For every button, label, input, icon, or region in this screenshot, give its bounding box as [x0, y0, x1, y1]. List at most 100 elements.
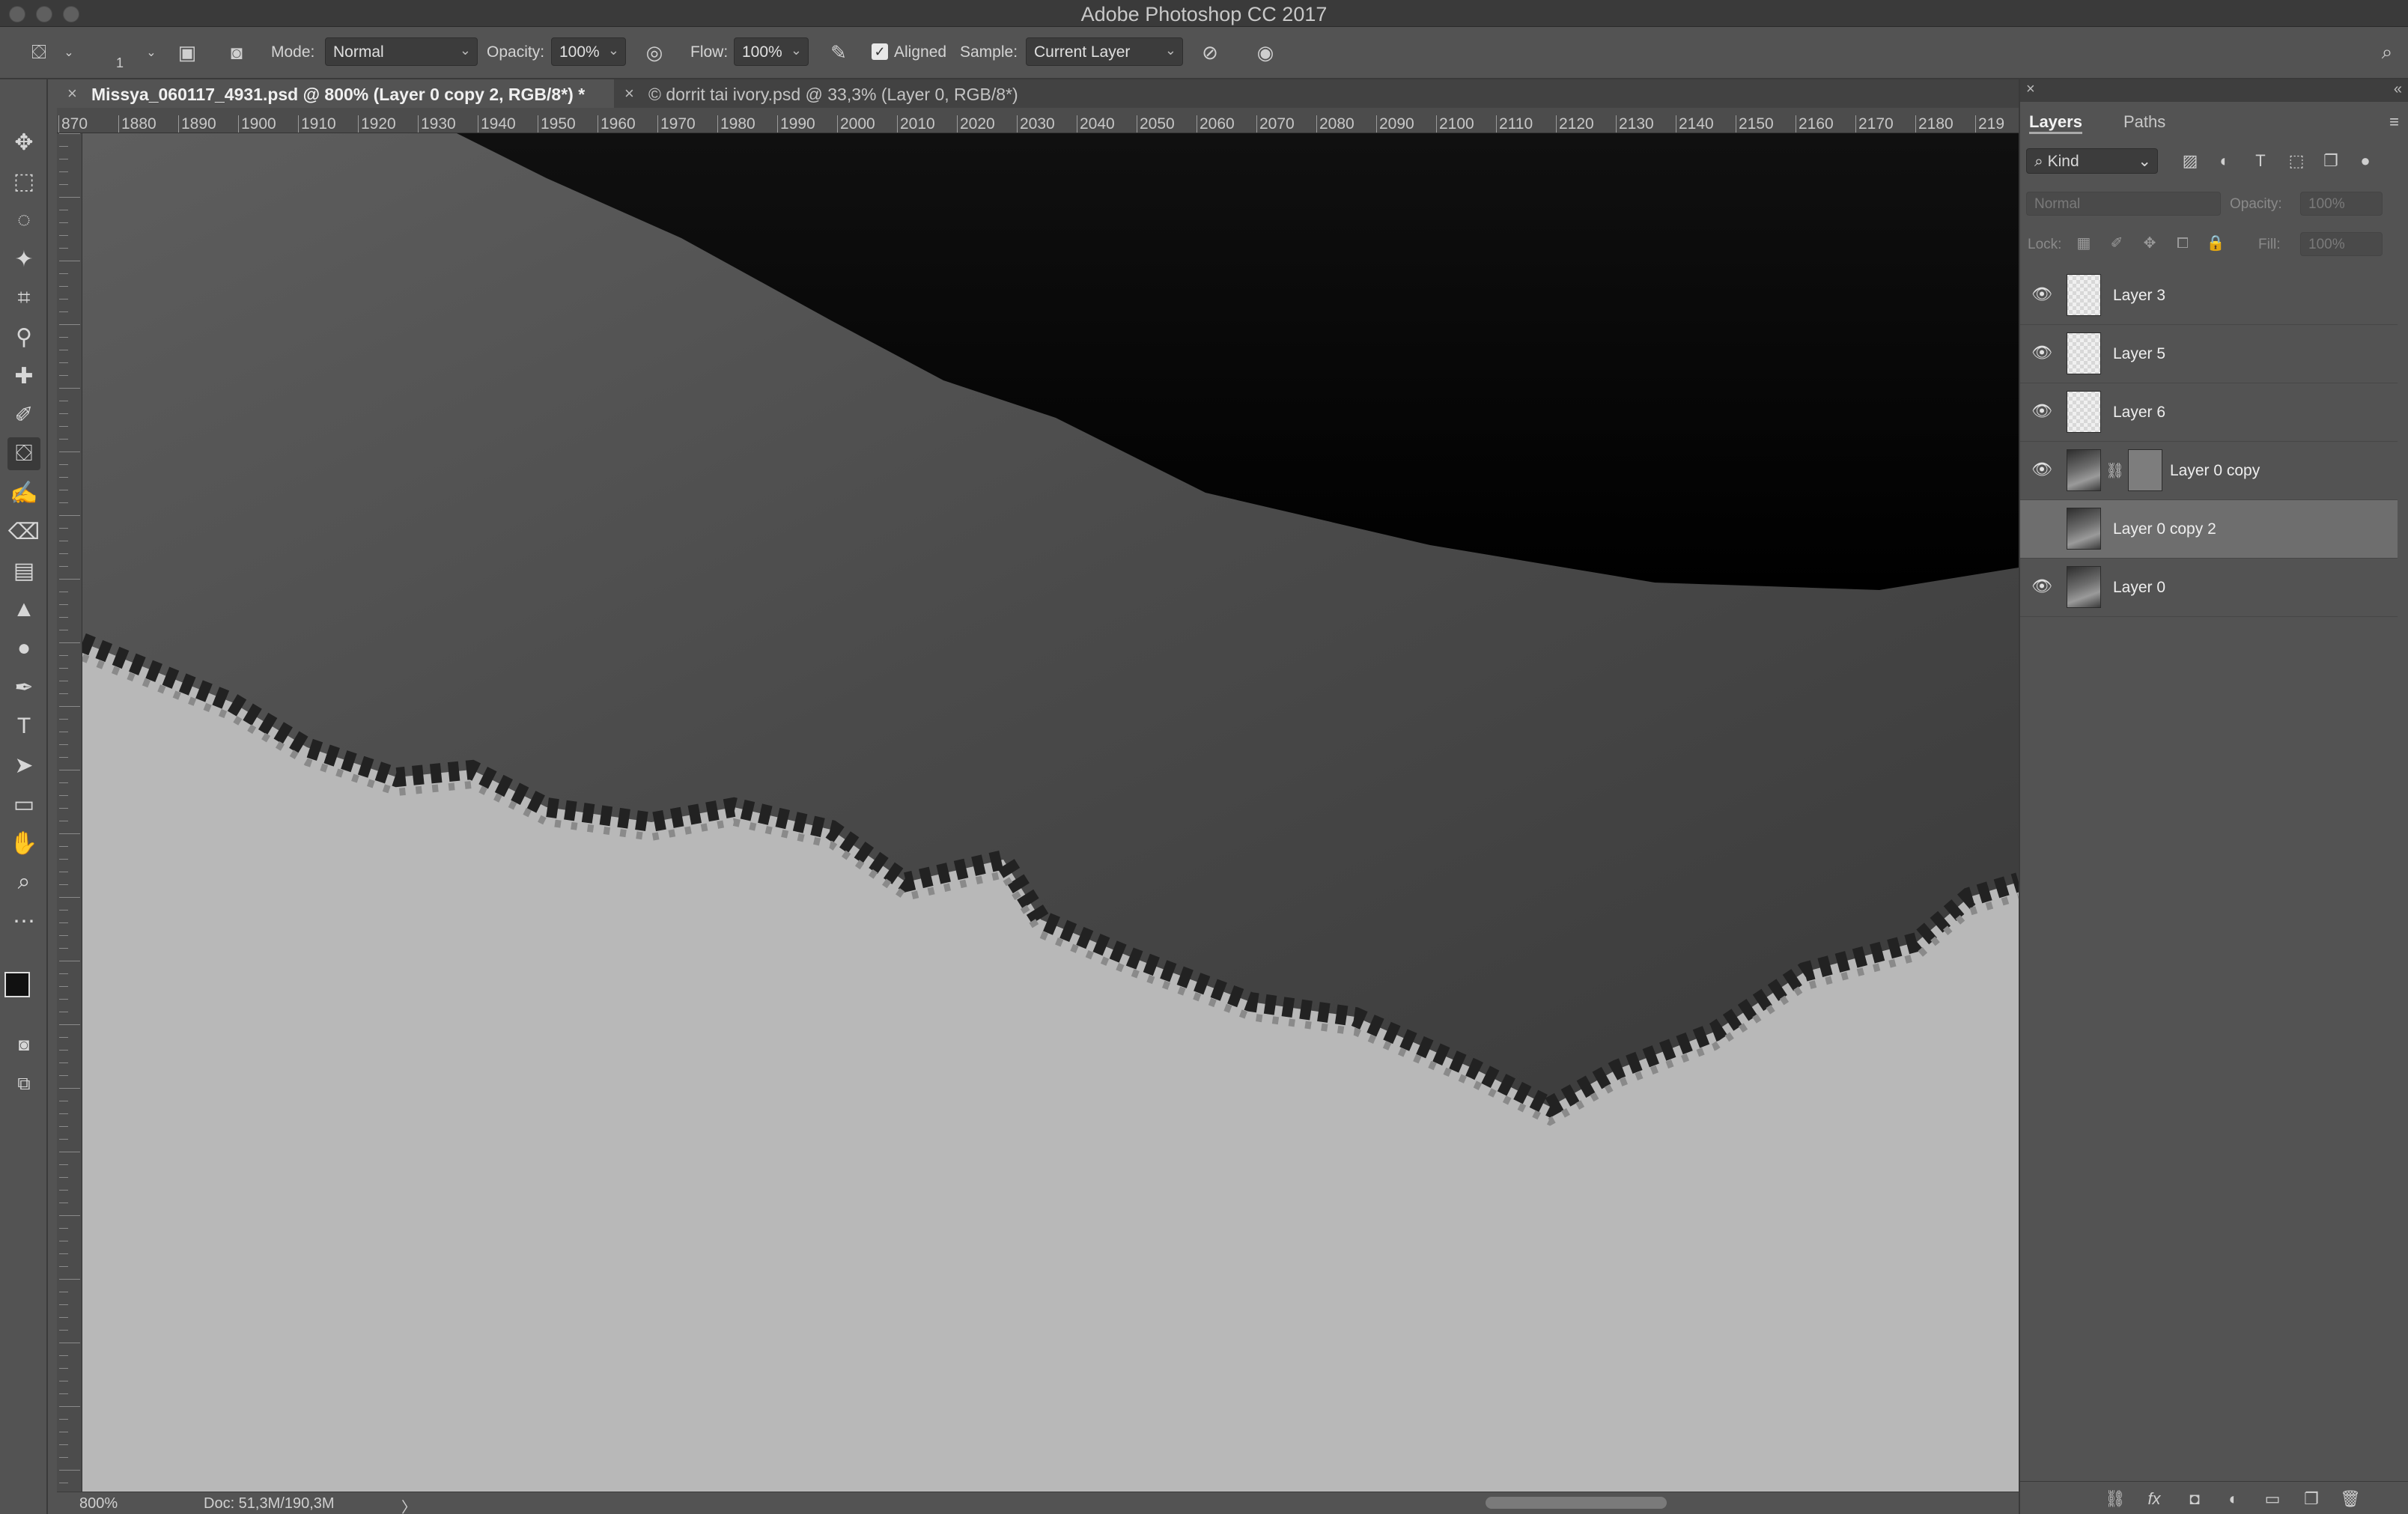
lock-artboard-icon[interactable]: ⧠	[2171, 232, 2194, 255]
ignore-adjustment-layers-icon[interactable]: ⊘	[1197, 39, 1223, 66]
eye-icon[interactable]: 👁	[2031, 577, 2053, 599]
flow-field[interactable]: 100% ⌄	[734, 37, 809, 66]
eraser-icon[interactable]: ⌫	[7, 515, 40, 548]
blur-icon[interactable]: ▲	[7, 593, 40, 626]
history-brush-icon[interactable]: ✍	[7, 476, 40, 509]
search-icon[interactable]: ⌕	[2374, 39, 2401, 66]
status-menu-arrow[interactable]: 〉	[401, 1495, 416, 1514]
collapse-panel-icon[interactable]: «	[2394, 81, 2402, 98]
blend-mode-select[interactable]: Normal	[2026, 192, 2221, 216]
gradient-icon[interactable]: ▤	[7, 554, 40, 587]
toggle-brush-panel-icon[interactable]: ▣	[174, 39, 201, 66]
rectangle-icon[interactable]: ▭	[7, 788, 40, 821]
link-layers-icon[interactable]: ⛓	[2104, 1488, 2126, 1510]
hand-icon[interactable]: ✋	[7, 827, 40, 860]
layer-row-layer-5[interactable]: 👁 Layer 5	[2020, 325, 2398, 383]
airbrush-icon[interactable]: ✎	[825, 39, 852, 66]
healing-brush-icon[interactable]: ✚	[7, 359, 40, 392]
preset-dropdown-icon[interactable]: ⌄	[55, 39, 82, 66]
opacity-field[interactable]: 100% ⌄	[551, 37, 626, 66]
marquee-icon[interactable]: ⬚	[7, 165, 40, 198]
filter-adjustment-icon[interactable]: ◐	[2213, 150, 2236, 172]
ruler-mark	[59, 388, 80, 389]
new-group-icon[interactable]: ▭	[2261, 1488, 2284, 1510]
lock-all-icon[interactable]: 🔒	[2204, 232, 2227, 255]
lasso-icon[interactable]: ◌	[7, 204, 40, 237]
mode-select[interactable]: Normal ⌄	[325, 37, 478, 66]
more-icon[interactable]: ⋯	[7, 905, 40, 937]
trash-icon[interactable]: 🗑	[2339, 1488, 2362, 1510]
path-select-icon[interactable]: ➤	[7, 749, 40, 782]
brush-icon[interactable]: ✐	[7, 398, 40, 431]
filter-toggle-icon[interactable]: ●	[2354, 150, 2377, 172]
panel-menu-icon[interactable]: ≡	[2389, 112, 2399, 132]
filter-shape-icon[interactable]: ⬚	[2285, 150, 2308, 172]
magic-wand-icon[interactable]: ✦	[7, 243, 40, 276]
type-icon[interactable]: T	[7, 710, 40, 743]
ruler-mark	[59, 846, 68, 847]
move-icon[interactable]: ✥	[7, 126, 40, 159]
layer-row-layer-0[interactable]: 👁 Layer 0	[2020, 559, 2398, 617]
ruler-mark	[59, 617, 68, 618]
brush-size-value[interactable]: 1	[106, 49, 133, 76]
aligned-checkbox[interactable]: ✓	[872, 43, 888, 60]
lock-position-icon[interactable]: ✥	[2138, 232, 2161, 255]
sample-select[interactable]: Current Layer ⌄	[1026, 37, 1183, 66]
add-mask-icon[interactable]: ◘	[2183, 1488, 2206, 1510]
document-canvas[interactable]	[82, 133, 2019, 1492]
eye-icon[interactable]: 👁	[2031, 285, 2053, 307]
brush-picker-caret-icon[interactable]: ⌄	[138, 39, 165, 66]
layer-row-layer-6[interactable]: 👁 Layer 6	[2020, 383, 2398, 442]
clone-source-panel-icon[interactable]: ◙	[223, 39, 250, 66]
horizontal-scrollbar[interactable]	[1486, 1497, 1667, 1509]
layer-filter-kind-select[interactable]: ⌕ Kind ⌄	[2026, 148, 2158, 174]
filter-smart-object-icon[interactable]: ❐	[2320, 150, 2342, 172]
layer-row-layer-3[interactable]: 👁 Layer 3	[2020, 267, 2398, 325]
fx-icon[interactable]: fx	[2143, 1488, 2165, 1510]
filter-type-icon[interactable]: T	[2249, 150, 2272, 172]
close-icon[interactable]: ×	[67, 84, 77, 103]
lock-transparent-icon[interactable]: ▦	[2073, 232, 2095, 255]
link-chain-icon[interactable]: ⛓	[2106, 461, 2124, 480]
pressure-size-icon[interactable]: ◉	[1252, 39, 1279, 66]
eyedropper-icon[interactable]: ⚲	[7, 320, 40, 353]
clone-stamp-icon[interactable]: ⛋	[7, 437, 40, 470]
foreground-color-swatch[interactable]	[4, 972, 30, 997]
ruler-mark	[59, 935, 68, 936]
dodge-icon[interactable]: ●	[7, 632, 40, 665]
ruler-mark	[59, 1368, 68, 1369]
tab-dorrit[interactable]: × © dorrit tai ivory.psd @ 33,3% (Layer …	[614, 79, 1138, 108]
layer-row-layer-0-copy[interactable]: 👁 ⛓ Layer 0 copy	[2020, 442, 2398, 500]
ruler-tick: 2000	[837, 115, 875, 133]
layer-opacity-field[interactable]: 100%	[2300, 192, 2383, 216]
zoom-icon[interactable]: ⌕	[7, 866, 40, 899]
eye-icon[interactable]: 👁	[2031, 460, 2053, 482]
eye-icon[interactable]: 👁	[2031, 401, 2053, 424]
ruler-mark	[59, 197, 80, 198]
new-layer-icon[interactable]: ❐	[2300, 1488, 2323, 1510]
layer-mask-thumbnail[interactable]	[2128, 449, 2162, 491]
adjustment-layer-icon[interactable]: ◐	[2222, 1488, 2245, 1510]
crop-icon[interactable]: ⌗	[7, 282, 40, 314]
layer-row-layer-0-copy-2[interactable]: ▫ Layer 0 copy 2	[2020, 500, 2398, 559]
eye-icon[interactable]: 👁	[2031, 343, 2053, 365]
pen-icon[interactable]: ✒	[7, 671, 40, 704]
options-bar: ⛋ ⌄ 1 ⌄ ▣ ◙ Mode: Normal ⌄ Opacity: 100%…	[0, 27, 2408, 79]
quick-mask-icon[interactable]: ◙	[7, 1029, 40, 1062]
tab-paths[interactable]: Paths	[2123, 112, 2165, 132]
clone-stamp-preset-icon[interactable]: ⛋	[25, 39, 52, 66]
eye-hidden-icon[interactable]: ▫	[2031, 518, 2053, 541]
tab-missya[interactable]: × Missya_060117_4931.psd @ 800% (Layer 0…	[57, 79, 614, 108]
filter-pixel-icon[interactable]: ▨	[2179, 150, 2201, 172]
layer-fill-field[interactable]: 100%	[2300, 232, 2383, 256]
tab-layers[interactable]: Layers	[2029, 112, 2082, 134]
ruler-mark	[59, 1266, 68, 1267]
screen-mode-icon[interactable]: ⧉	[7, 1068, 40, 1101]
pressure-opacity-icon[interactable]: ◎	[641, 39, 668, 66]
ruler-tick: 1980	[717, 115, 755, 133]
ruler-mark	[59, 286, 68, 287]
zoom-level[interactable]: 800%	[79, 1495, 118, 1513]
close-panel-icon[interactable]: ×	[2026, 81, 2035, 98]
lock-pixels-icon[interactable]: ✐	[2106, 232, 2128, 255]
close-icon[interactable]: ×	[624, 84, 634, 103]
